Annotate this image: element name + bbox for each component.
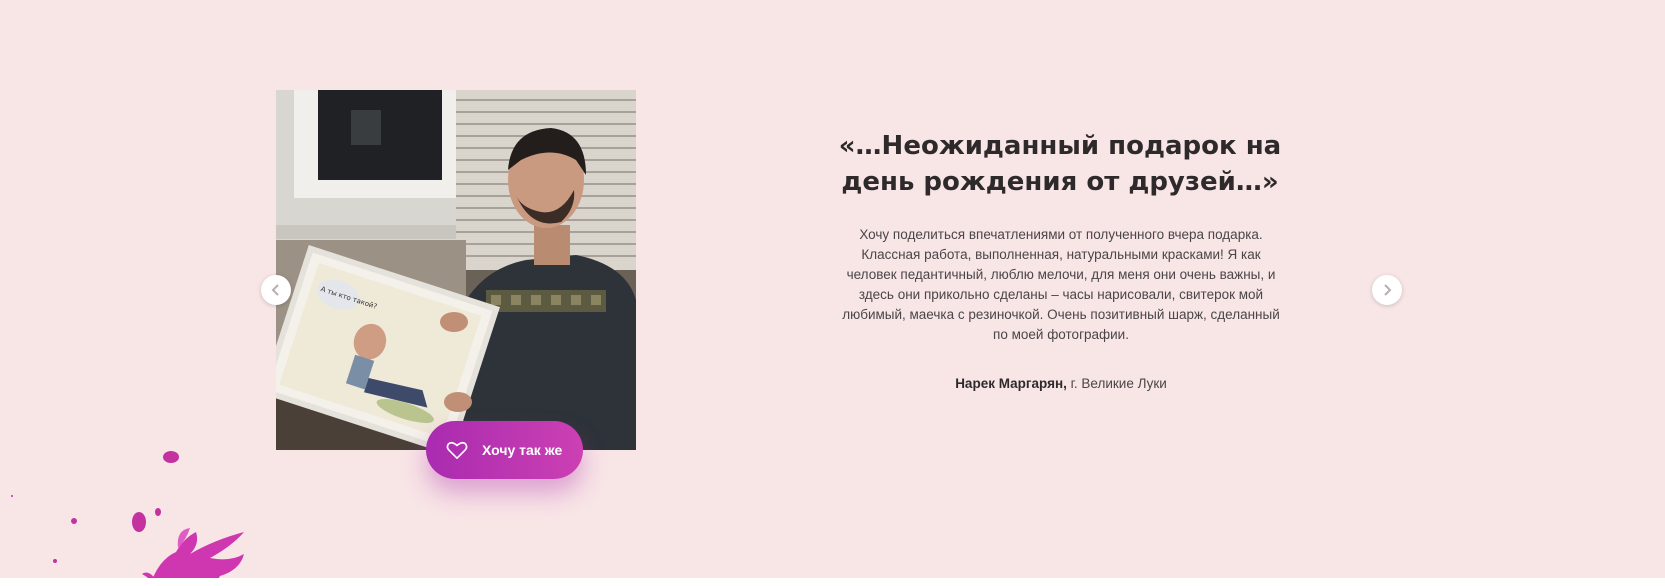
carousel-next-button[interactable] bbox=[1372, 275, 1402, 305]
testimonial-photo: А ты кто такой? bbox=[276, 90, 636, 450]
testimonial-section: А ты кто такой? Хочу так же «…Неожиданны… bbox=[0, 0, 1665, 586]
chevron-left-icon bbox=[271, 284, 279, 296]
paint-splash-decoration bbox=[11, 451, 244, 586]
author-name: Нарек Маргарян, bbox=[955, 376, 1067, 391]
want-same-button[interactable]: Хочу так же bbox=[426, 421, 583, 479]
testimonial-text: Хочу поделиться впечатлениями от получен… bbox=[842, 227, 1280, 342]
heart-outline-icon bbox=[446, 441, 468, 459]
author-city: г. Великие Луки bbox=[1070, 376, 1167, 391]
testimonial-title: «…Неожиданный подарок на день рождения о… bbox=[838, 131, 1282, 197]
testimonial-author: Нарек Маргарян, г. Великие Луки bbox=[838, 376, 1284, 391]
chevron-right-icon bbox=[1384, 284, 1392, 296]
want-same-label: Хочу так же bbox=[482, 442, 563, 458]
carousel-prev-button[interactable] bbox=[261, 275, 291, 305]
section-bottom-edge bbox=[0, 578, 1665, 586]
